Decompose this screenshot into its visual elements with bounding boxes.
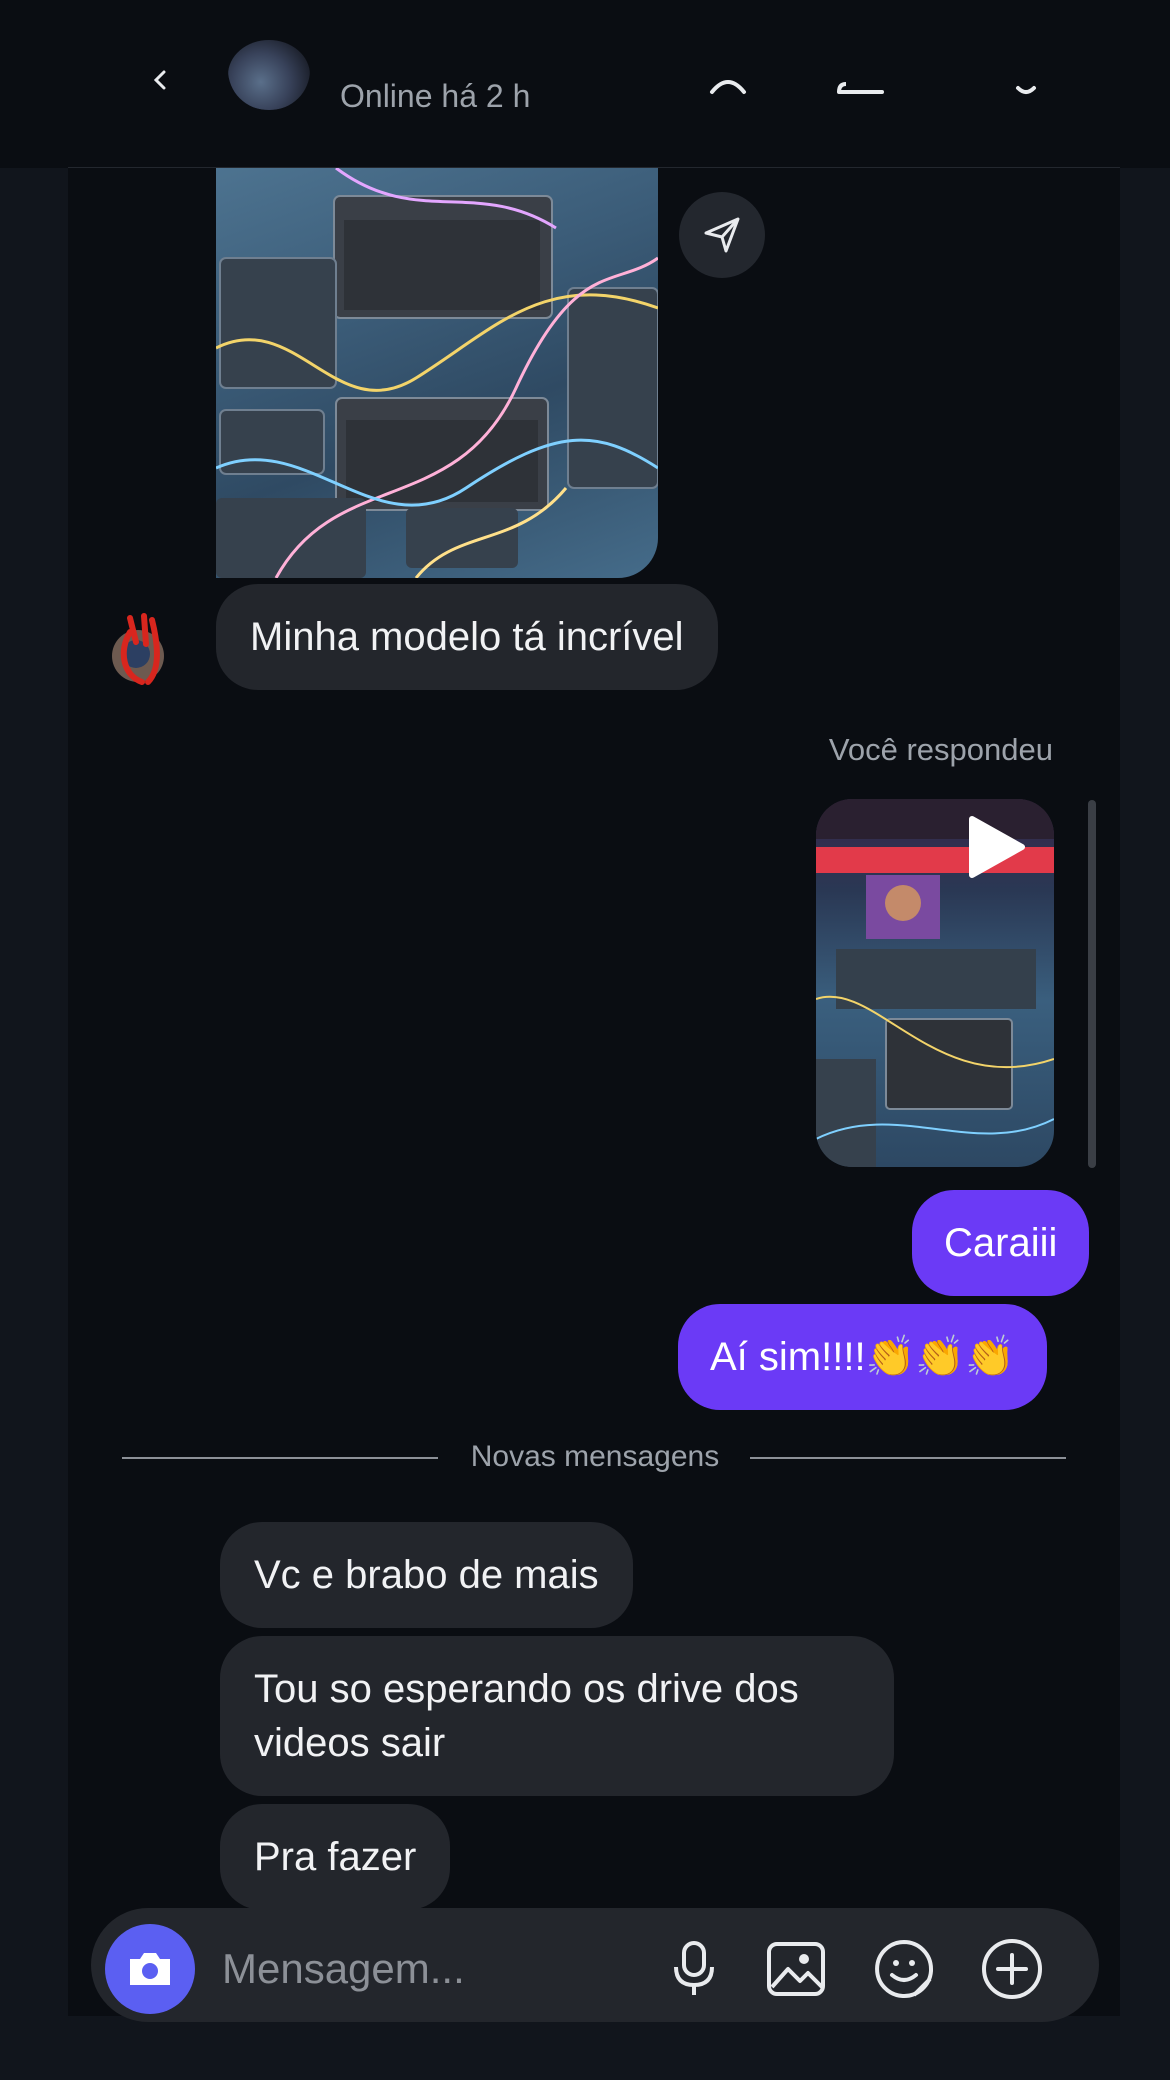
image-icon[interactable] xyxy=(764,1937,828,2001)
contact-status: Online há 2 h xyxy=(340,78,531,114)
add-icon[interactable] xyxy=(980,1937,1044,2001)
microphone-icon[interactable] xyxy=(662,1937,726,2001)
play-icon xyxy=(969,816,1025,878)
chat-header xyxy=(0,0,1170,168)
send-share-icon xyxy=(704,217,740,253)
video-call-icon[interactable] xyxy=(836,62,884,96)
sticker-icon[interactable] xyxy=(872,1937,936,2001)
incoming-message[interactable]: Tou so esperando os drive dos videos sai… xyxy=(220,1636,894,1796)
scrollbar[interactable] xyxy=(1088,800,1096,1168)
call-icon[interactable] xyxy=(708,62,748,96)
message-input[interactable] xyxy=(220,1935,644,2003)
camera-button[interactable] xyxy=(105,1924,195,2014)
shared-image[interactable] xyxy=(216,168,658,578)
camera-icon xyxy=(130,1953,170,1985)
outgoing-message[interactable]: Caraiii xyxy=(912,1190,1090,1296)
incoming-message[interactable]: Vc e brabo de mais xyxy=(220,1522,633,1628)
reply-label: Você respondeu xyxy=(828,732,1053,767)
share-button[interactable] xyxy=(679,192,765,278)
incoming-message[interactable]: Pra fazer xyxy=(220,1804,451,1910)
back-arrow-icon[interactable] xyxy=(150,70,170,90)
sender-avatar[interactable] xyxy=(108,612,170,688)
outgoing-message[interactable]: Aí sim!!!!👏👏👏 xyxy=(678,1304,1047,1410)
menu-icon[interactable] xyxy=(1012,62,1052,96)
new-messages-label: Novas mensagens xyxy=(470,1440,720,1473)
bottom-strip xyxy=(0,2016,1170,2080)
incoming-message[interactable]: Minha modelo tá incrível xyxy=(216,584,718,690)
video-message[interactable] xyxy=(816,799,1054,1167)
